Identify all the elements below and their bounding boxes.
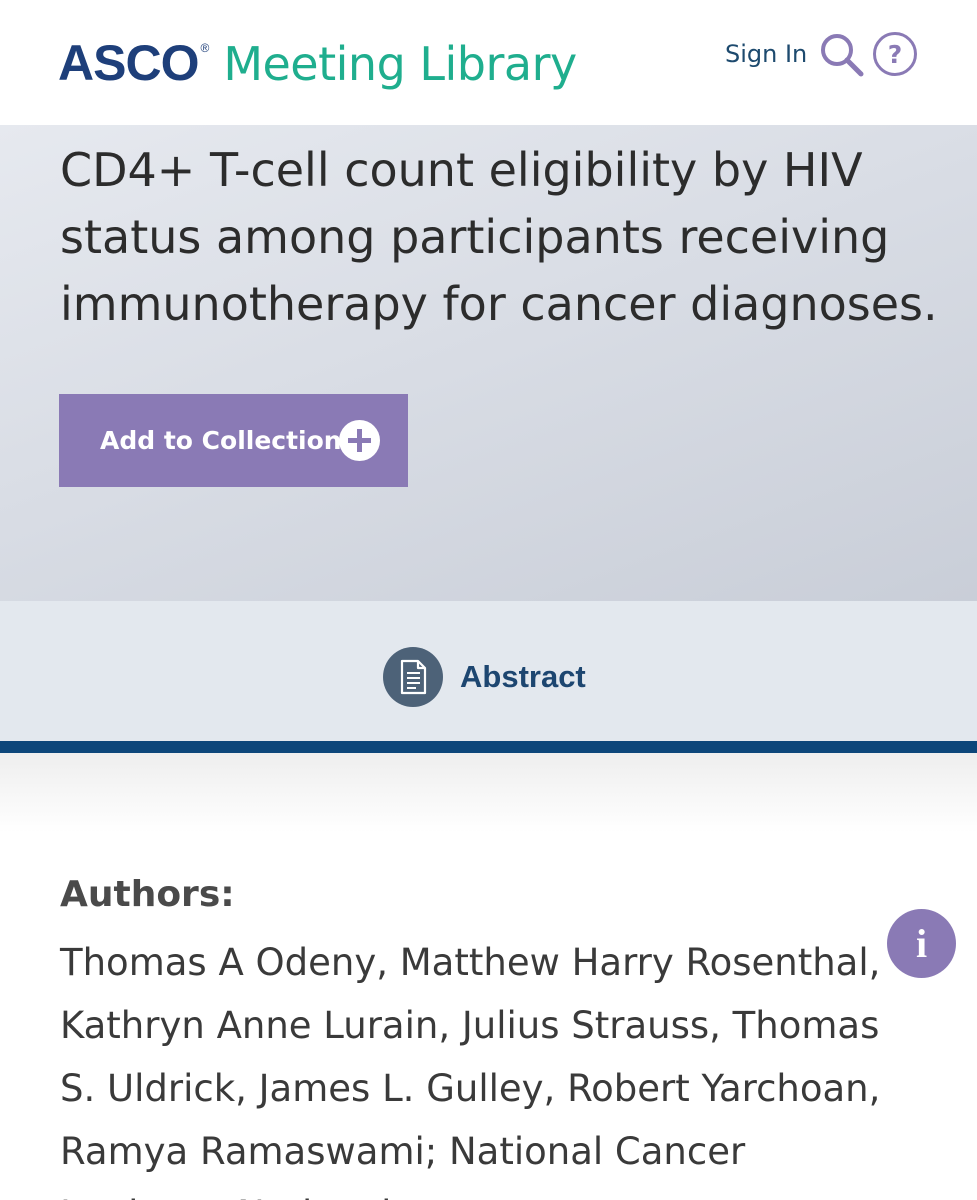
abstract-title: CD4+ T-cell count eligibility by HIV sta… <box>60 143 938 331</box>
hero-banner: CD4+ T-cell count eligibility by HIV sta… <box>0 125 977 601</box>
add-to-collection-button[interactable]: Add to Collection <box>59 394 408 487</box>
logo-registered-mark: ® <box>200 41 210 55</box>
site-header: ASCO ® Meeting Library Sign In ? <box>0 0 977 125</box>
help-icon[interactable]: ? <box>872 31 918 77</box>
info-button[interactable]: i <box>887 909 956 978</box>
tab-abstract-label: Abstract <box>460 659 586 694</box>
content-tab-bar: Abstract <box>0 601 977 741</box>
plus-circle-icon <box>339 420 380 461</box>
active-tab-indicator <box>0 741 977 753</box>
logo-brand: ASCO <box>58 35 199 91</box>
document-icon <box>383 647 443 707</box>
add-to-collection-label: Add to Collection <box>100 426 342 455</box>
asco-meeting-library-logo[interactable]: ASCO ® Meeting Library <box>58 34 577 92</box>
content-shadow-divider <box>0 753 977 833</box>
authors-heading: Authors: <box>60 874 235 915</box>
logo-product-name: Meeting Library <box>223 37 577 91</box>
sign-in-link[interactable]: Sign In <box>725 40 807 68</box>
svg-text:?: ? <box>888 40 903 69</box>
search-icon[interactable] <box>818 31 864 77</box>
authors-list: Thomas A Odeny, Matthew Harry Rosenthal,… <box>60 941 881 1200</box>
info-icon: i <box>915 921 928 966</box>
tab-abstract[interactable]: Abstract <box>383 647 586 707</box>
